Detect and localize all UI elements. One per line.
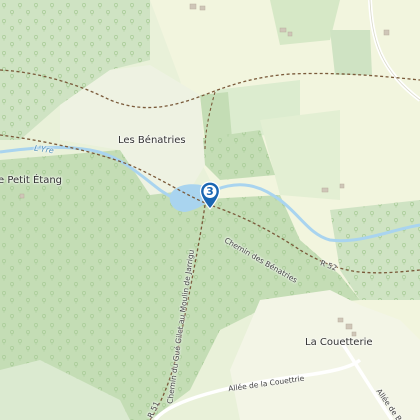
waypoint-number: 3 [206, 185, 214, 198]
place-label-les-benatries: Les Bénatries [118, 135, 186, 146]
waypoint-marker[interactable]: 3 [199, 181, 221, 211]
grass-patch [330, 30, 372, 75]
map-view[interactable]: Les Bénatries e Petit Étang L'Yre Chemin… [0, 0, 420, 420]
place-label-petit-etang: e Petit Étang [0, 175, 63, 186]
grass-patch [270, 0, 340, 45]
forest-area [200, 92, 232, 140]
place-label-la-couetterie: La Couetterie [305, 337, 373, 348]
